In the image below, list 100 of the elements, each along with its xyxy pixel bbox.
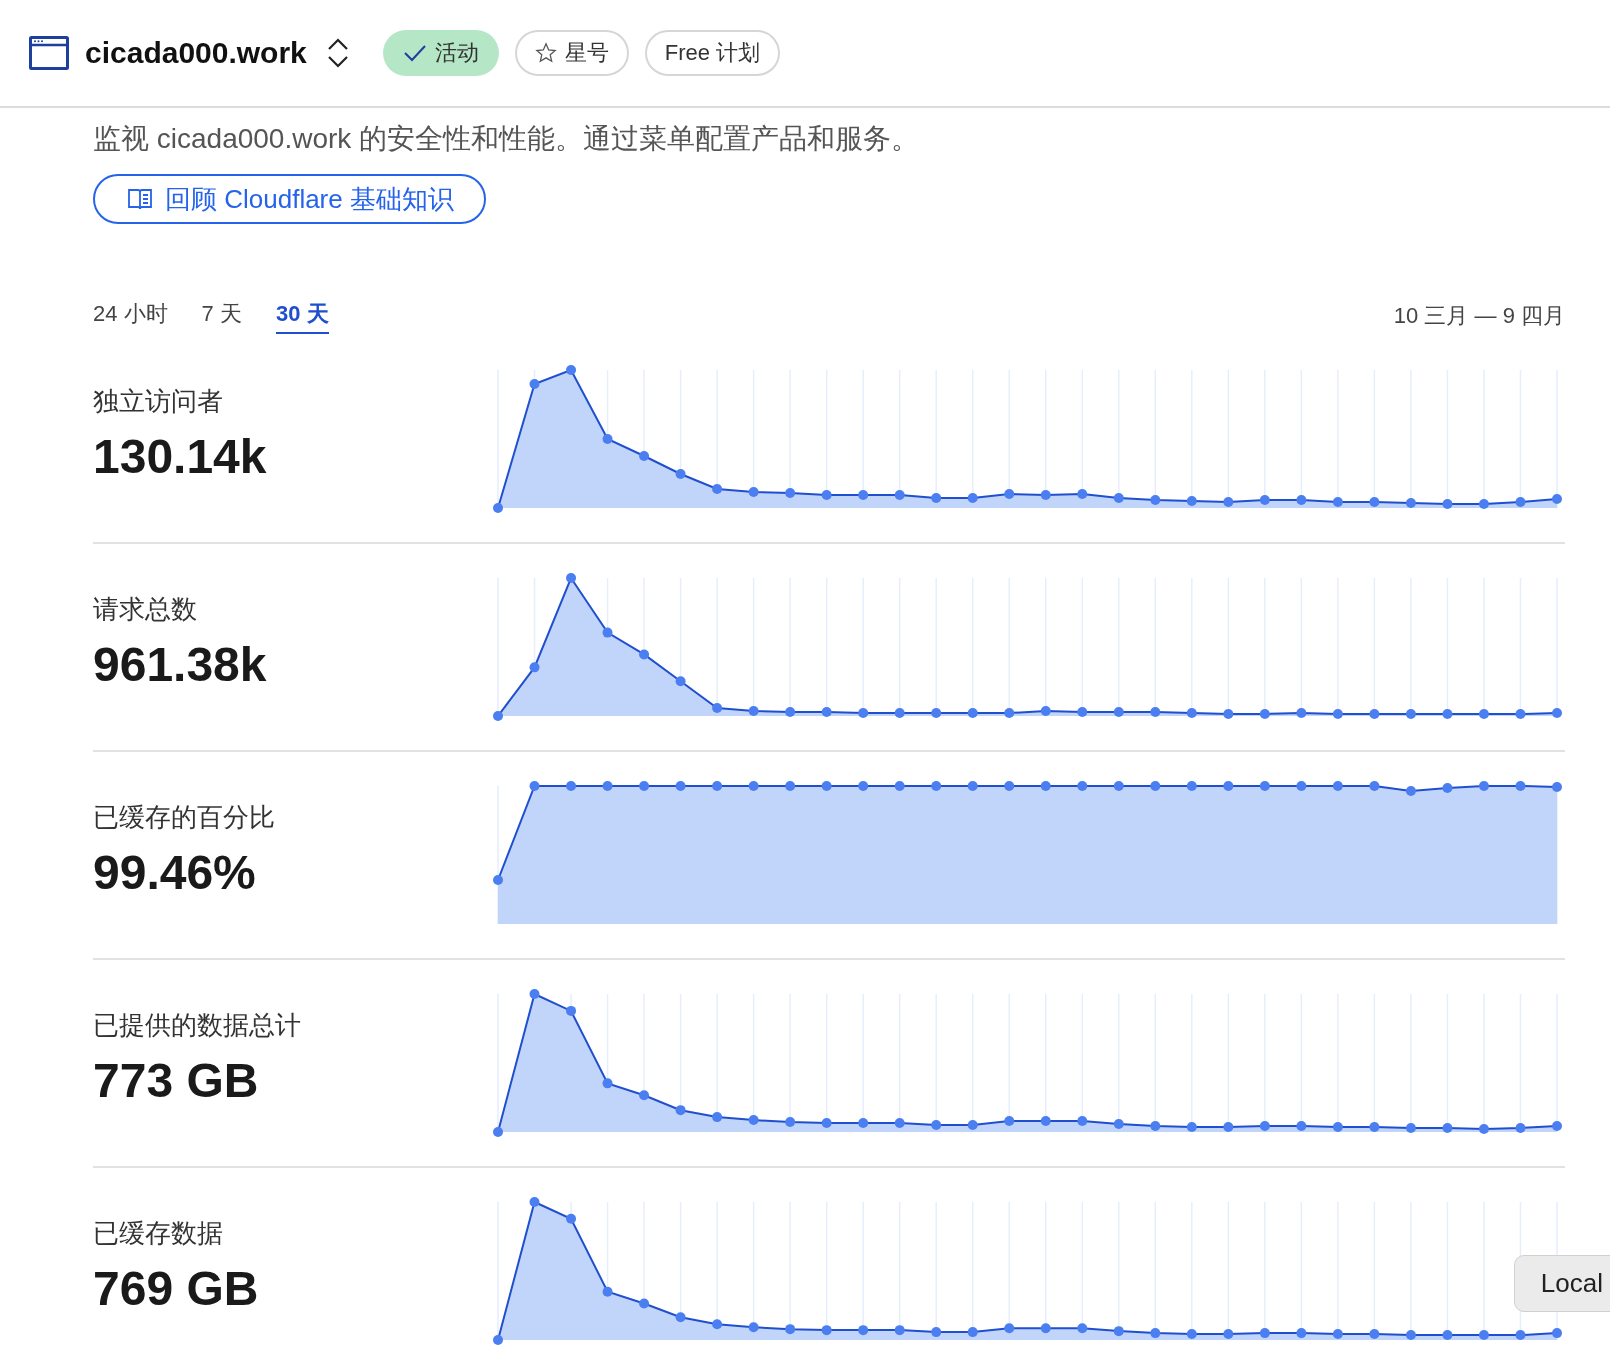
data-point: [1332, 709, 1343, 719]
data-point: [493, 1335, 503, 1345]
data-point: [894, 1118, 905, 1129]
data-point: [1332, 781, 1343, 791]
data-point: [566, 573, 577, 583]
data-point: [1515, 781, 1526, 791]
data-point: [1369, 1329, 1380, 1340]
data-point: [1077, 489, 1088, 499]
data-point: [1405, 709, 1416, 719]
data-point: [858, 781, 869, 791]
data-point: [1040, 706, 1051, 717]
data-point: [1223, 709, 1234, 719]
data-point: [748, 1322, 759, 1333]
data-point: [1004, 708, 1015, 718]
data-point: [529, 989, 540, 999]
data-point: [858, 490, 869, 500]
time-range-tab[interactable]: 30 天: [275, 298, 329, 334]
data-point: [785, 781, 796, 791]
data-point: [1369, 497, 1380, 507]
data-point: [748, 1115, 759, 1126]
data-point: [1515, 1330, 1526, 1341]
data-point: [1296, 1328, 1307, 1339]
data-point: [894, 708, 905, 718]
book-icon: [127, 187, 153, 211]
time-range-tab[interactable]: 24 小时: [93, 298, 168, 334]
data-point: [639, 649, 650, 660]
data-point: [1442, 1123, 1453, 1134]
data-point: [967, 493, 978, 503]
data-point: [1186, 708, 1197, 718]
tooltip: Local: [1513, 1255, 1610, 1312]
data-point: [712, 484, 723, 494]
metric-label: 已提供的数据总计: [93, 1009, 302, 1042]
data-point: [1296, 1121, 1307, 1132]
data-point: [1113, 1326, 1124, 1337]
data-point: [1077, 1116, 1088, 1127]
data-point: [821, 1118, 832, 1129]
data-point: [931, 708, 942, 718]
data-point: [1442, 1330, 1453, 1341]
metric-value: 961.38k: [93, 637, 268, 692]
data-point: [1259, 495, 1270, 505]
data-point: [566, 781, 577, 791]
data-point: [639, 1298, 650, 1309]
data-point: [1369, 1122, 1380, 1133]
data-point: [1259, 709, 1270, 719]
description-text: 监视 cicada000.work 的安全性和性能。通过菜单配置产品和服务。: [93, 122, 921, 156]
data-point: [675, 1312, 686, 1323]
data-point: [894, 490, 905, 500]
data-point: [529, 379, 540, 389]
domain-title: cicada000.work: [85, 36, 307, 70]
metric-value: 99.46%: [93, 845, 257, 900]
data-point: [1150, 495, 1161, 505]
data-point: [894, 781, 905, 791]
data-point: [1186, 496, 1197, 506]
data-point: [1186, 1329, 1197, 1340]
data-point: [1405, 786, 1416, 796]
basics-link[interactable]: 回顾 Cloudflare 基础知识: [93, 174, 486, 224]
data-point: [858, 708, 869, 718]
data-point: [1077, 707, 1088, 718]
data-point: [748, 781, 759, 791]
star-button[interactable]: 星号: [514, 30, 629, 76]
plan-button[interactable]: Free 计划: [644, 30, 781, 76]
data-point: [1259, 781, 1270, 791]
data-point: [639, 1090, 650, 1101]
metric-label: 已缓存数据: [93, 1217, 224, 1250]
data-point: [1515, 709, 1526, 719]
data-point: [675, 1105, 686, 1116]
data-point: [1442, 499, 1453, 509]
data-point: [1296, 708, 1307, 718]
data-point: [675, 781, 686, 791]
data-point: [1040, 1116, 1051, 1127]
data-point: [1223, 497, 1234, 507]
data-point: [931, 781, 942, 791]
chevron-up-down-icon[interactable]: [326, 37, 349, 69]
time-range-tab[interactable]: 7 天: [201, 298, 242, 334]
data-point: [712, 703, 723, 714]
data-point: [1077, 1323, 1088, 1334]
data-point: [748, 706, 759, 717]
data-point: [1223, 1122, 1234, 1133]
data-point: [566, 365, 577, 375]
data-point: [1113, 781, 1124, 791]
data-point: [1332, 1122, 1343, 1133]
metric-label: 独立访问者: [93, 385, 224, 418]
data-point: [493, 503, 503, 513]
data-point: [1150, 1328, 1161, 1339]
data-point: [1478, 709, 1489, 719]
data-point: [493, 1127, 503, 1137]
data-point: [639, 451, 650, 461]
data-point: [1369, 781, 1380, 791]
data-point: [1004, 1116, 1015, 1127]
data-point: [858, 1118, 869, 1129]
data-point: [566, 1005, 577, 1016]
data-point: [1004, 781, 1015, 791]
data-point: [1332, 497, 1343, 507]
data-point: [1405, 1123, 1416, 1134]
data-point: [493, 711, 503, 721]
metric-value: 130.14k: [93, 429, 268, 484]
data-point: [1552, 782, 1562, 792]
data-point: [1040, 1323, 1051, 1334]
data-point: [785, 1117, 796, 1128]
data-point: [493, 875, 503, 885]
